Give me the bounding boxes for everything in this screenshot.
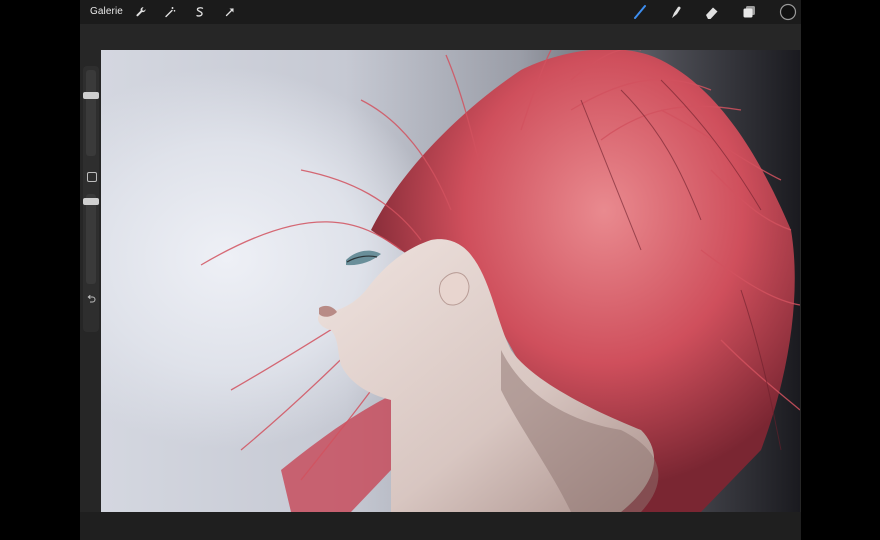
selection-icon[interactable] [189, 0, 211, 24]
brush-icon[interactable] [629, 0, 651, 24]
transform-arrow-icon[interactable] [219, 0, 241, 24]
modify-button[interactable] [87, 172, 97, 182]
opacity-thumb[interactable] [83, 198, 99, 205]
color-swatch[interactable] [777, 0, 799, 24]
wrench-icon[interactable] [130, 0, 152, 24]
left-sidebar [83, 66, 99, 332]
smudge-icon[interactable] [665, 0, 687, 24]
artwork-canvas[interactable] [101, 50, 800, 512]
opacity-slider[interactable] [83, 194, 99, 284]
undo-arrow-icon[interactable] [86, 294, 96, 304]
bottom-bar [80, 512, 801, 540]
brush-size-thumb[interactable] [83, 92, 99, 99]
brush-size-slider[interactable] [83, 70, 99, 156]
gallery-button[interactable]: Galerie [90, 0, 123, 24]
layers-icon[interactable] [738, 0, 760, 24]
canvas-artwork [200, 50, 800, 512]
magic-wand-icon[interactable] [159, 0, 181, 24]
eraser-icon[interactable] [701, 0, 723, 24]
top-toolbar: Galerie [80, 0, 801, 24]
